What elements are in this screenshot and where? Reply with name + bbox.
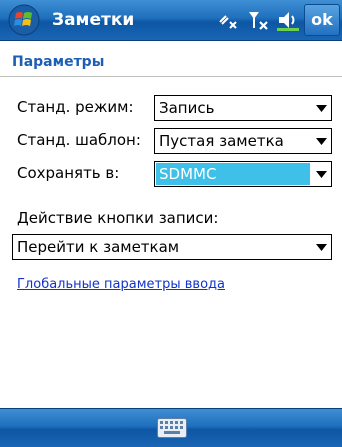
default-template-select[interactable]: Пустая заметка [154, 128, 332, 154]
chevron-down-icon[interactable] [311, 129, 331, 153]
status-icons [216, 8, 300, 32]
default-template-label: Станд. шаблон: [17, 131, 141, 149]
title-bar: Заметки ok [0, 0, 342, 41]
chevron-down-icon[interactable] [311, 235, 331, 259]
chevron-down-icon[interactable] [311, 96, 331, 120]
global-input-settings-link[interactable]: Глобальные параметры ввода [17, 277, 225, 292]
save-to-value: SDMMC [159, 165, 217, 183]
record-button-action-value: Перейти к заметкам [17, 238, 180, 256]
save-to-select[interactable]: SDMMC [154, 161, 332, 187]
windows-start-icon[interactable] [8, 4, 40, 36]
keyboard-icon[interactable] [157, 418, 187, 438]
app-title: Заметки [52, 10, 135, 30]
default-mode-label: Станд. режим: [17, 98, 134, 116]
default-template-value: Пустая заметка [159, 132, 284, 150]
record-button-action-select[interactable]: Перейти к заметкам [12, 234, 332, 260]
signal-off-icon[interactable] [246, 8, 270, 32]
default-mode-value: Запись [159, 99, 215, 117]
speaker-icon[interactable] [276, 8, 300, 32]
default-mode-select[interactable]: Запись [154, 95, 332, 121]
save-to-label: Сохранять в: [17, 164, 120, 182]
record-button-action-label: Действие кнопки записи: [17, 209, 219, 227]
ok-button[interactable]: ok [304, 4, 340, 36]
connectivity-icon[interactable] [216, 8, 240, 32]
page-title: Параметры [12, 54, 105, 70]
chevron-down-icon[interactable] [311, 162, 331, 186]
menu-bar [0, 408, 342, 447]
heading-divider [0, 76, 342, 77]
